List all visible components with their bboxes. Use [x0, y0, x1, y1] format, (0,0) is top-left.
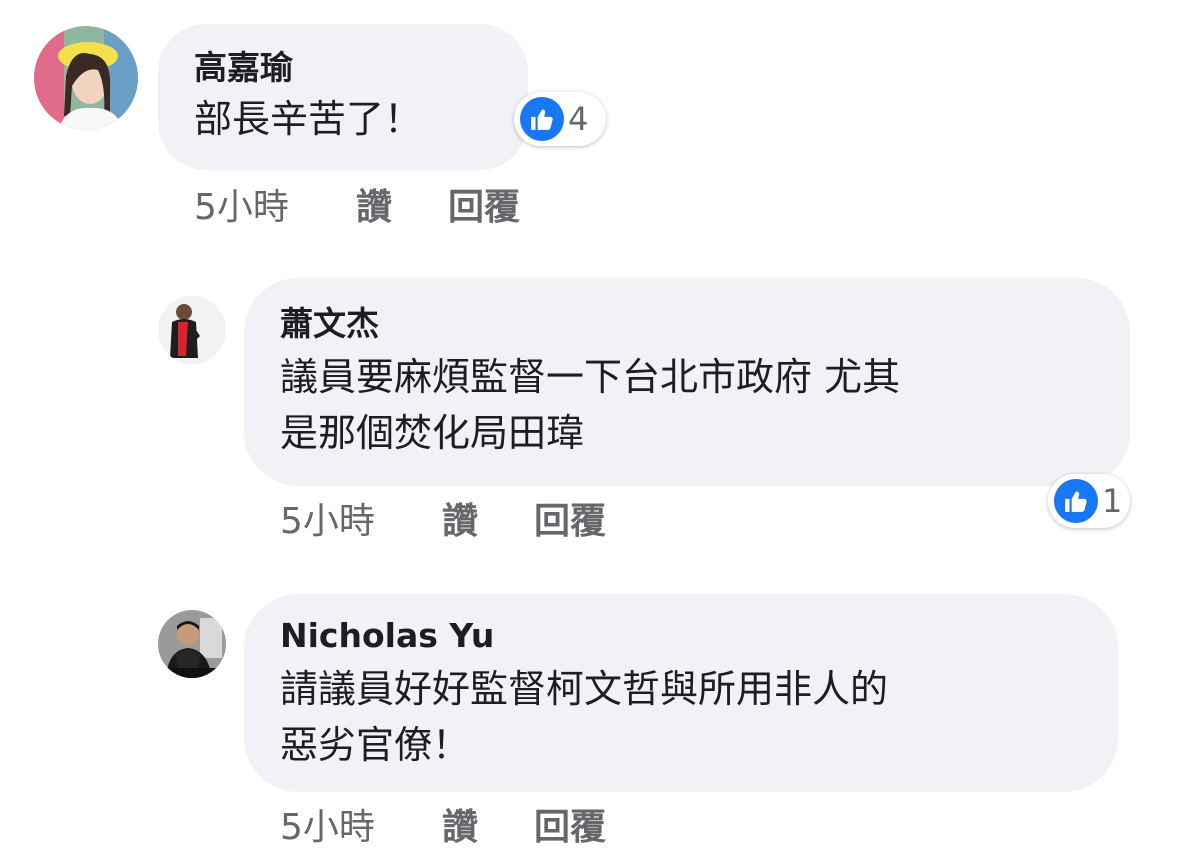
comment-timestamp[interactable]: 5小時: [280, 806, 375, 850]
avatar[interactable]: [158, 296, 226, 364]
comment-timestamp[interactable]: 5小時: [194, 186, 289, 230]
comment-author[interactable]: Nicholas Yu: [280, 616, 494, 656]
comment-text-line: 是那個焚化局田瑋: [280, 411, 585, 455]
reaction-count: 4: [568, 100, 589, 138]
reply-button[interactable]: 回覆: [534, 500, 606, 544]
like-thumb-icon: [1054, 479, 1098, 523]
like-button[interactable]: 讚: [356, 186, 392, 230]
comment-text-line: 部長辛苦了！: [194, 97, 423, 141]
like-button[interactable]: 讚: [442, 500, 478, 544]
avatar[interactable]: [158, 610, 226, 678]
comment-timestamp[interactable]: 5小時: [280, 500, 375, 544]
comment-text-line: 議員要麻煩監督一下台北市政府 尤其: [280, 355, 901, 399]
reaction-badge[interactable]: 4: [514, 92, 606, 146]
comment-text-line: 請議員好好監督柯文哲與所用非人的: [280, 667, 889, 711]
comment-text-line: 惡劣官僚！: [280, 723, 471, 767]
reply-button[interactable]: 回覆: [534, 806, 606, 850]
like-button[interactable]: 讚: [442, 806, 478, 850]
reaction-badge[interactable]: 1: [1048, 474, 1130, 528]
avatar[interactable]: [34, 26, 138, 130]
reaction-count: 1: [1102, 482, 1123, 520]
like-thumb-icon: [520, 97, 564, 141]
comment-author[interactable]: 高嘉瑜: [194, 48, 293, 88]
comment-author[interactable]: 蕭文杰: [280, 304, 379, 344]
reply-button[interactable]: 回覆: [448, 186, 520, 230]
